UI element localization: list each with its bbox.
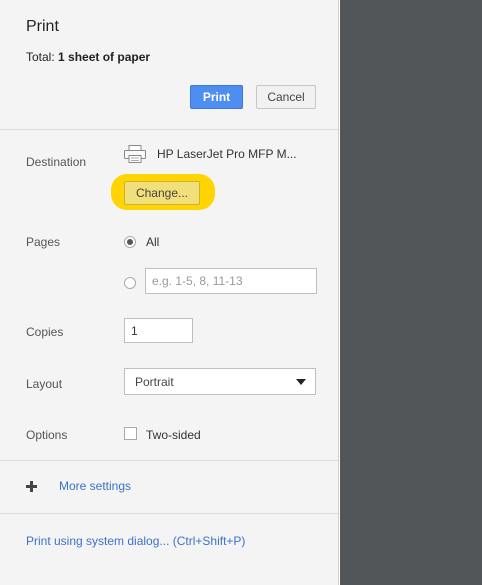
layout-select-value: Portrait (135, 375, 174, 389)
header-divider (0, 129, 338, 130)
chevron-down-icon (296, 379, 306, 385)
cancel-button[interactable]: Cancel (256, 85, 316, 109)
pages-range-radio[interactable] (124, 277, 136, 289)
plus-icon (26, 481, 37, 492)
print-preview-area (340, 0, 482, 585)
page-title: Print (26, 18, 59, 35)
print-button[interactable]: Print (190, 85, 243, 109)
change-destination-button[interactable]: Change... (124, 181, 200, 205)
options-label: Options (26, 428, 68, 442)
printer-icon (124, 145, 146, 163)
copies-label: Copies (26, 325, 64, 339)
pages-range-input[interactable] (145, 268, 317, 294)
layout-label: Layout (26, 377, 63, 391)
options-divider (0, 460, 338, 461)
pages-all-radio[interactable] (124, 236, 136, 248)
pages-label: Pages (26, 235, 61, 249)
total-value: 1 sheet of paper (58, 50, 151, 64)
pages-all-label: All (146, 235, 160, 249)
print-settings-panel: Print Total: 1 sheet of paper Print Canc… (0, 0, 339, 585)
layout-select[interactable]: Portrait (124, 368, 316, 395)
print-header: Print Total: 1 sheet of paper Print Canc… (0, 0, 338, 129)
printer-name: HP LaserJet Pro MFP M... (157, 147, 297, 161)
more-settings-label: More settings (59, 479, 132, 493)
system-dialog-link[interactable]: Print using system dialog... (Ctrl+Shift… (26, 534, 245, 548)
total-label: Total: (26, 50, 55, 64)
two-sided-label: Two-sided (146, 428, 201, 442)
destination-label: Destination (26, 155, 87, 169)
total-summary: Total: 1 sheet of paper (26, 50, 150, 64)
more-settings-divider (0, 513, 338, 514)
copies-input[interactable] (124, 318, 193, 343)
two-sided-checkbox[interactable] (124, 427, 137, 440)
